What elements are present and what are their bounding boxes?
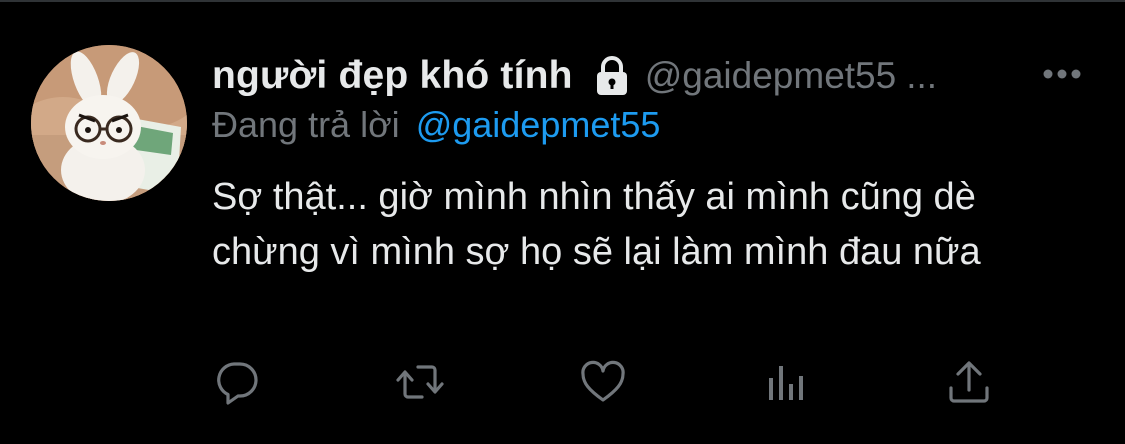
tweet-card[interactable]: người đẹp khó tính @gaidepmet55 ... Đang… — [0, 0, 1125, 444]
reply-context: Đang trả lời @gaidepmet55 — [212, 104, 660, 146]
reply-to-link[interactable]: @gaidepmet55 — [416, 104, 661, 145]
reply-button[interactable] — [210, 355, 264, 409]
bar-chart-icon — [769, 366, 803, 400]
share-icon — [949, 361, 989, 403]
avatar[interactable] — [31, 45, 187, 201]
reply-icon — [217, 362, 258, 405]
more-icon[interactable] — [1040, 62, 1084, 86]
views-button[interactable] — [759, 355, 813, 409]
retweet-icon — [396, 365, 444, 399]
heart-icon — [581, 360, 625, 402]
reply-prefix: Đang trả lời — [212, 104, 400, 145]
divider — [0, 0, 1125, 2]
avatar-image — [31, 45, 187, 201]
retweet-button[interactable] — [393, 355, 447, 409]
handle-truncation: ... — [906, 55, 938, 96]
display-name[interactable]: người đẹp khó tính — [212, 54, 573, 98]
tweet-header: người đẹp khó tính @gaidepmet55 ... — [212, 50, 1092, 102]
share-button[interactable] — [942, 355, 996, 409]
user-handle[interactable]: @gaidepmet55 — [645, 55, 897, 97]
tweet-text: Sợ thật... giờ mình nhìn thấy ai mình cũ… — [212, 176, 981, 273]
like-button[interactable] — [576, 355, 630, 409]
lock-icon — [591, 55, 633, 97]
action-bar — [0, 355, 1125, 415]
